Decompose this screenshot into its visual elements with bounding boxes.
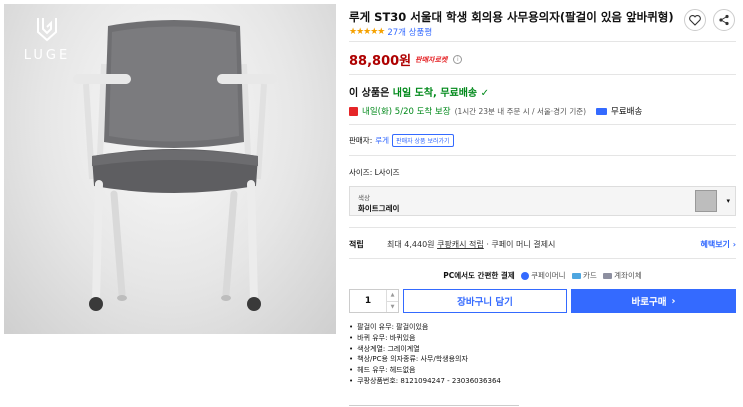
- product-price: 88,800원 판매자로켓 i: [349, 50, 463, 69]
- payment-options: PC에서도 간편한 결제 쿠페이머니 카드 계좌이체: [349, 270, 736, 281]
- list-item: 바퀴 유무: 바퀴있음: [349, 333, 501, 344]
- rocket-badge: 판매자로켓: [415, 55, 448, 64]
- card-label: 카드: [582, 271, 597, 280]
- review-count-link[interactable]: 27개 상품평: [387, 26, 432, 38]
- size-option: 사이즈: L사이즈: [349, 168, 400, 177]
- quantity-stepper[interactable]: 1 ▲ ▼: [349, 289, 399, 313]
- divider: [349, 405, 519, 406]
- cash-reward-link[interactable]: 쿠팡캐시 적립: [437, 240, 484, 249]
- delivery-headline: 이 상품은 내일 도착, 무료배송 ✓: [349, 84, 489, 99]
- seller-info: 판매자: 루게 판매자 상품 보러가기: [349, 134, 454, 147]
- arrival-note: (1시간 23분 내 주문 시 / 서울·경기 기준): [454, 106, 587, 116]
- list-item: 헤드 유무: 헤드없음: [349, 365, 501, 376]
- seller-label: 판매자:: [349, 136, 373, 145]
- divider: [349, 124, 736, 125]
- card-icon: [571, 273, 581, 279]
- points-label: 적립: [349, 240, 364, 249]
- buy-now-button[interactable]: 바로구매 ›: [571, 289, 736, 313]
- list-item: 팔걸이 유무: 팔걸이있음: [349, 322, 501, 333]
- coupay-icon: [520, 272, 529, 280]
- divider: [349, 155, 736, 156]
- truck-icon: [596, 107, 608, 115]
- view-benefits-link[interactable]: 혜택보기 ›: [700, 239, 736, 250]
- bank-transfer-label: 계좌이체: [614, 271, 642, 280]
- product-title: 루게 ST30 서울대 학생 회의용 사무용의자(팔걸이 있음 앞바퀴형): [349, 10, 674, 24]
- quantity-up-icon[interactable]: ▲: [387, 290, 398, 302]
- points-amount: 최대 4,440원: [387, 240, 438, 249]
- price-value: 88,800원: [349, 54, 412, 69]
- points-detail: 최대 4,440원 쿠팡캐시 적립 · 쿠페이 머니 결제시: [387, 239, 555, 250]
- seller-name-link[interactable]: 루게: [375, 135, 389, 146]
- delivery-info: 내일(화) 5/20 도착 보장 (1시간 23분 내 주문 시 / 서울·경기…: [349, 105, 642, 117]
- color-select-value: 화이트그레이: [358, 204, 400, 213]
- check-icon: ✓: [480, 88, 490, 99]
- divider: [349, 74, 736, 75]
- quantity-down-icon[interactable]: ▼: [387, 302, 398, 313]
- product-image[interactable]: LUGE: [4, 4, 336, 334]
- chevron-down-icon: ▾: [726, 197, 730, 205]
- chair-illustration: [73, 20, 277, 311]
- quantity-input[interactable]: 1: [350, 290, 386, 312]
- chevron-right-icon: ›: [671, 295, 676, 307]
- color-thumbnail: [695, 190, 717, 212]
- payment-card: 카드: [571, 270, 597, 281]
- reward-points: 적립 최대 4,440원 쿠팡캐시 적립 · 쿠페이 머니 결제시 혜택보기 ›: [349, 239, 736, 250]
- divider: [349, 41, 736, 42]
- payment-bank: 계좌이체: [602, 270, 642, 281]
- list-item: 책상/PC용 의자종류: 사무/학생용의자: [349, 354, 501, 365]
- coupay-label: 쿠페이머니: [531, 271, 566, 280]
- arrival-date: 내일(화) 5/20 도착 보장: [362, 107, 451, 117]
- spec-list: 팔걸이 유무: 팔걸이있음 바퀴 유무: 바퀴있음 색상계열: 그레이계열 책상…: [349, 322, 501, 387]
- share-icon[interactable]: [713, 9, 735, 31]
- seller-products-button[interactable]: 판매자 상품 보러가기: [392, 134, 454, 147]
- shipping-fee: 무료배송: [611, 107, 643, 117]
- product-page: LUGE 루게 ST30 서울대 학생 회의용 사무용의자(팔걸이 있음 앞바퀴…: [0, 0, 743, 407]
- divider: [349, 258, 736, 259]
- list-item: 쿠팡상품번호: 8121094247 - 23036036364: [349, 376, 501, 387]
- payment-coupay: 쿠페이머니: [520, 270, 566, 281]
- list-item: 색상계열: 그레이계열: [349, 344, 501, 355]
- bank-transfer-icon: [602, 273, 612, 279]
- divider: [349, 227, 736, 228]
- product-rating[interactable]: ★★★★★ 27개 상품평: [349, 26, 432, 38]
- heart-icon[interactable]: [684, 9, 706, 31]
- buy-now-label: 바로구매: [631, 297, 667, 308]
- quantity-arrows: ▲ ▼: [386, 290, 398, 312]
- color-select-label: 색상: [358, 194, 370, 202]
- payment-headline: PC에서도 간편한 결제: [443, 271, 515, 280]
- color-select[interactable]: 색상 화이트그레이 ▾: [349, 186, 736, 216]
- delivery-headline-prefix: 이 상품은: [349, 88, 393, 99]
- info-icon[interactable]: i: [453, 55, 463, 64]
- points-condition: · 쿠페이 머니 결제시: [483, 240, 556, 249]
- add-to-cart-button[interactable]: 장바구니 담기: [403, 289, 567, 313]
- delivery-headline-highlight: 내일 도착, 무료배송: [392, 88, 478, 99]
- calendar-icon: [349, 106, 358, 116]
- rating-stars: ★★★★★: [349, 27, 385, 37]
